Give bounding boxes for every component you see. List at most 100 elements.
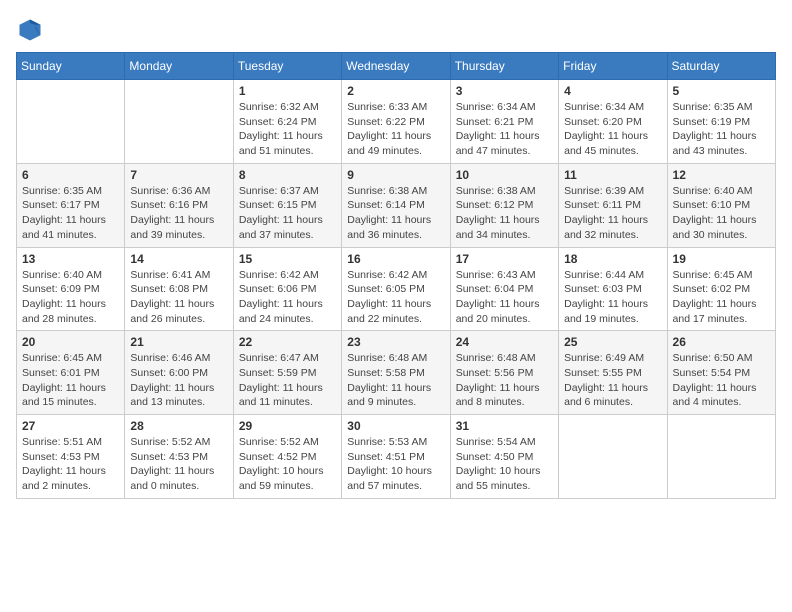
- col-header-tuesday: Tuesday: [233, 53, 341, 80]
- day-info: Sunrise: 6:40 AM Sunset: 6:10 PM Dayligh…: [673, 184, 770, 243]
- day-number: 31: [456, 419, 553, 433]
- day-number: 17: [456, 252, 553, 266]
- day-info: Sunrise: 6:45 AM Sunset: 6:02 PM Dayligh…: [673, 268, 770, 327]
- calendar-cell: 23Sunrise: 6:48 AM Sunset: 5:58 PM Dayli…: [342, 331, 450, 415]
- day-number: 6: [22, 168, 119, 182]
- day-info: Sunrise: 6:35 AM Sunset: 6:17 PM Dayligh…: [22, 184, 119, 243]
- calendar-cell: 8Sunrise: 6:37 AM Sunset: 6:15 PM Daylig…: [233, 163, 341, 247]
- day-info: Sunrise: 6:34 AM Sunset: 6:21 PM Dayligh…: [456, 100, 553, 159]
- day-info: Sunrise: 5:51 AM Sunset: 4:53 PM Dayligh…: [22, 435, 119, 494]
- day-number: 30: [347, 419, 444, 433]
- page-header: [16, 16, 776, 44]
- calendar-cell: [667, 415, 775, 499]
- day-info: Sunrise: 6:43 AM Sunset: 6:04 PM Dayligh…: [456, 268, 553, 327]
- day-info: Sunrise: 6:42 AM Sunset: 6:05 PM Dayligh…: [347, 268, 444, 327]
- col-header-saturday: Saturday: [667, 53, 775, 80]
- calendar-cell: 4Sunrise: 6:34 AM Sunset: 6:20 PM Daylig…: [559, 80, 667, 164]
- calendar-cell: 20 Sunrise: 6:45 AM Sunset: 6:01 PM Dayli…: [17, 331, 125, 415]
- calendar-cell: 13 Sunrise: 6:40 AM Sunset: 6:09 PM Dayli…: [17, 247, 125, 331]
- calendar-cell: 7 Sunrise: 6:36 AM Sunset: 6:16 PM Daylig…: [125, 163, 233, 247]
- calendar-cell: 21 Sunrise: 6:46 AM Sunset: 6:00 PM Dayli…: [125, 331, 233, 415]
- calendar-cell: 3 Sunrise: 6:34 AM Sunset: 6:21 PM Daylig…: [450, 80, 558, 164]
- calendar-cell: 10 Sunrise: 6:38 AM Sunset: 6:12 PM Dayli…: [450, 163, 558, 247]
- col-header-sunday: Sunday: [17, 53, 125, 80]
- calendar-cell: 16Sunrise: 6:42 AM Sunset: 6:05 PM Dayli…: [342, 247, 450, 331]
- day-number: 9: [347, 168, 444, 182]
- calendar-cell: 29Sunrise: 5:52 AM Sunset: 4:52 PM Dayli…: [233, 415, 341, 499]
- day-info: Sunrise: 6:33 AM Sunset: 6:22 PM Dayligh…: [347, 100, 444, 159]
- calendar-cell: 1 Sunrise: 6:32 AM Sunset: 6:24 PM Daylig…: [233, 80, 341, 164]
- day-info: Sunrise: 6:48 AM Sunset: 5:56 PM Dayligh…: [456, 351, 553, 410]
- calendar-cell: 15 Sunrise: 6:42 AM Sunset: 6:06 PM Dayli…: [233, 247, 341, 331]
- day-info: Sunrise: 5:54 AM Sunset: 4:50 PM Dayligh…: [456, 435, 553, 494]
- day-info: Sunrise: 6:44 AM Sunset: 6:03 PM Dayligh…: [564, 268, 661, 327]
- day-number: 14: [130, 252, 227, 266]
- day-info: Sunrise: 6:38 AM Sunset: 6:14 PM Dayligh…: [347, 184, 444, 243]
- calendar-cell: 9 Sunrise: 6:38 AM Sunset: 6:14 PM Daylig…: [342, 163, 450, 247]
- col-header-friday: Friday: [559, 53, 667, 80]
- day-info: Sunrise: 6:50 AM Sunset: 5:54 PM Dayligh…: [673, 351, 770, 410]
- logo: [16, 16, 48, 44]
- day-number: 18: [564, 252, 661, 266]
- calendar-cell: 2 Sunrise: 6:33 AM Sunset: 6:22 PM Daylig…: [342, 80, 450, 164]
- week-row-5: 27 Sunrise: 5:51 AM Sunset: 4:53 PM Dayli…: [17, 415, 776, 499]
- day-number: 26: [673, 335, 770, 349]
- day-info: Sunrise: 6:32 AM Sunset: 6:24 PM Dayligh…: [239, 100, 336, 159]
- day-number: 11: [564, 168, 661, 182]
- calendar-cell: 28Sunrise: 5:52 AM Sunset: 4:53 PM Dayli…: [125, 415, 233, 499]
- day-info: Sunrise: 6:48 AM Sunset: 5:58 PM Dayligh…: [347, 351, 444, 410]
- day-number: 7: [130, 168, 227, 182]
- week-row-3: 13 Sunrise: 6:40 AM Sunset: 6:09 PM Dayli…: [17, 247, 776, 331]
- calendar-cell: 24 Sunrise: 6:48 AM Sunset: 5:56 PM Dayli…: [450, 331, 558, 415]
- calendar-cell: 18 Sunrise: 6:44 AM Sunset: 6:03 PM Dayli…: [559, 247, 667, 331]
- calendar-cell: 31 Sunrise: 5:54 AM Sunset: 4:50 PM Dayli…: [450, 415, 558, 499]
- day-number: 20: [22, 335, 119, 349]
- day-info: Sunrise: 5:53 AM Sunset: 4:51 PM Dayligh…: [347, 435, 444, 494]
- day-info: Sunrise: 6:40 AM Sunset: 6:09 PM Dayligh…: [22, 268, 119, 327]
- day-info: Sunrise: 6:38 AM Sunset: 6:12 PM Dayligh…: [456, 184, 553, 243]
- calendar-cell: [125, 80, 233, 164]
- day-number: 27: [22, 419, 119, 433]
- calendar-cell: 22 Sunrise: 6:47 AM Sunset: 5:59 PM Dayli…: [233, 331, 341, 415]
- day-info: Sunrise: 6:49 AM Sunset: 5:55 PM Dayligh…: [564, 351, 661, 410]
- calendar-cell: [559, 415, 667, 499]
- calendar-cell: 26 Sunrise: 6:50 AM Sunset: 5:54 PM Dayli…: [667, 331, 775, 415]
- day-info: Sunrise: 6:45 AM Sunset: 6:01 PM Dayligh…: [22, 351, 119, 410]
- day-info: Sunrise: 6:41 AM Sunset: 6:08 PM Dayligh…: [130, 268, 227, 327]
- day-info: Sunrise: 6:42 AM Sunset: 6:06 PM Dayligh…: [239, 268, 336, 327]
- day-number: 25: [564, 335, 661, 349]
- day-number: 12: [673, 168, 770, 182]
- logo-icon: [16, 16, 44, 44]
- day-number: 28: [130, 419, 227, 433]
- col-header-thursday: Thursday: [450, 53, 558, 80]
- day-number: 5: [673, 84, 770, 98]
- calendar-header: SundayMondayTuesdayWednesdayThursdayFrid…: [17, 53, 776, 80]
- calendar-cell: 30 Sunrise: 5:53 AM Sunset: 4:51 PM Dayli…: [342, 415, 450, 499]
- day-info: Sunrise: 6:35 AM Sunset: 6:19 PM Dayligh…: [673, 100, 770, 159]
- header-row: SundayMondayTuesdayWednesdayThursdayFrid…: [17, 53, 776, 80]
- day-number: 22: [239, 335, 336, 349]
- day-number: 19: [673, 252, 770, 266]
- calendar-cell: 25 Sunrise: 6:49 AM Sunset: 5:55 PM Dayli…: [559, 331, 667, 415]
- day-number: 24: [456, 335, 553, 349]
- day-number: 15: [239, 252, 336, 266]
- day-number: 1: [239, 84, 336, 98]
- col-header-monday: Monday: [125, 53, 233, 80]
- day-number: 21: [130, 335, 227, 349]
- day-info: Sunrise: 6:46 AM Sunset: 6:00 PM Dayligh…: [130, 351, 227, 410]
- day-info: Sunrise: 6:47 AM Sunset: 5:59 PM Dayligh…: [239, 351, 336, 410]
- week-row-1: 1 Sunrise: 6:32 AM Sunset: 6:24 PM Daylig…: [17, 80, 776, 164]
- calendar-cell: 17 Sunrise: 6:43 AM Sunset: 6:04 PM Dayli…: [450, 247, 558, 331]
- day-info: Sunrise: 6:36 AM Sunset: 6:16 PM Dayligh…: [130, 184, 227, 243]
- calendar-cell: [17, 80, 125, 164]
- calendar-body: 1 Sunrise: 6:32 AM Sunset: 6:24 PM Daylig…: [17, 80, 776, 499]
- day-number: 10: [456, 168, 553, 182]
- calendar-cell: 27 Sunrise: 5:51 AM Sunset: 4:53 PM Dayli…: [17, 415, 125, 499]
- day-number: 13: [22, 252, 119, 266]
- calendar: SundayMondayTuesdayWednesdayThursdayFrid…: [16, 52, 776, 499]
- day-info: Sunrise: 5:52 AM Sunset: 4:52 PM Dayligh…: [239, 435, 336, 494]
- day-number: 4: [564, 84, 661, 98]
- day-number: 2: [347, 84, 444, 98]
- day-number: 3: [456, 84, 553, 98]
- calendar-cell: 5 Sunrise: 6:35 AM Sunset: 6:19 PM Daylig…: [667, 80, 775, 164]
